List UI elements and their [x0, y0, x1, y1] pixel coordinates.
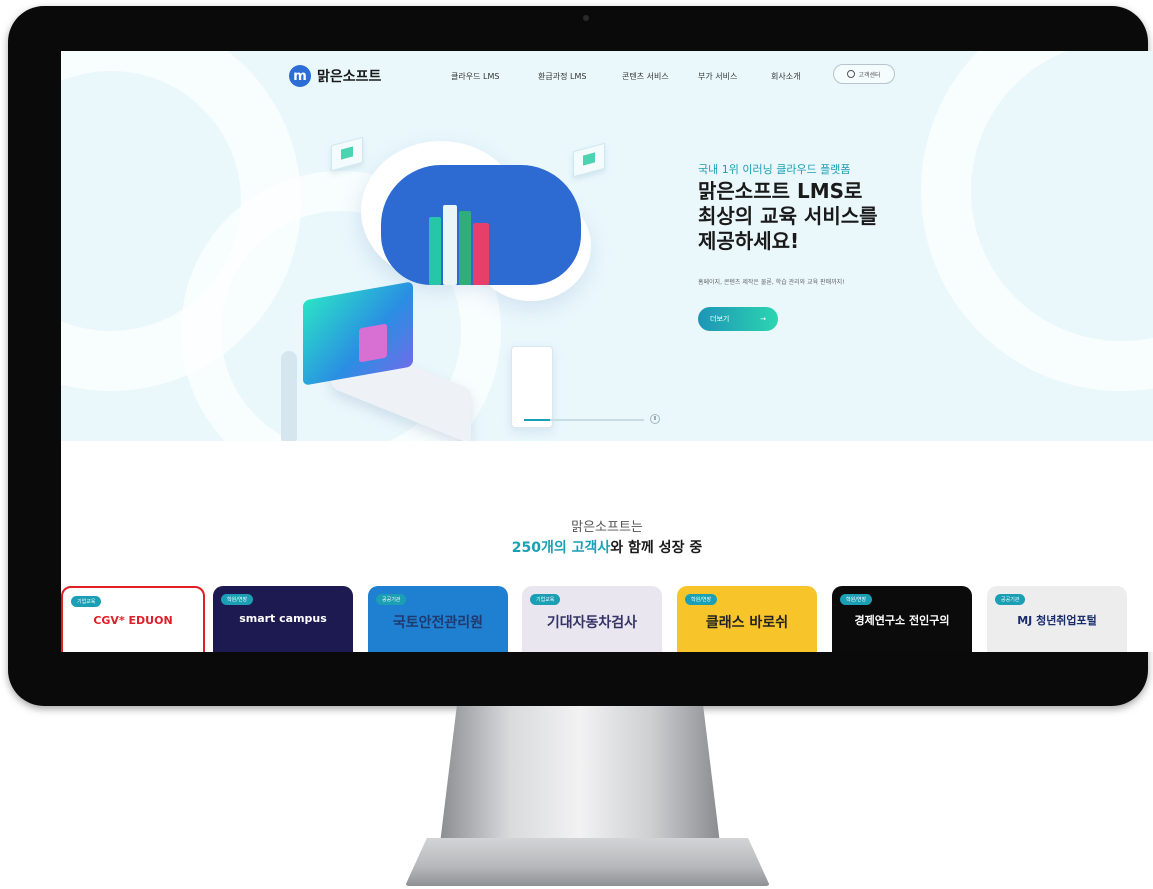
nav-addon-service[interactable]: 부가 서비스	[698, 71, 737, 82]
cloud-bookshelf	[381, 165, 581, 285]
arrow-right-icon: →	[760, 315, 766, 323]
nav-company[interactable]: 회사소개	[771, 71, 800, 82]
document-scroll	[511, 346, 553, 428]
client-category-badge: 학원/연장	[840, 594, 873, 605]
client-logo: 클래스 바로쉬	[705, 615, 789, 631]
profile-card	[359, 323, 387, 363]
clients-lead: 맑은소프트는	[571, 520, 643, 535]
client-category-badge: 학원/연장	[221, 594, 254, 605]
slide-progress	[524, 419, 644, 421]
client-card[interactable]: 공공기관 MJ 청년취업포털	[987, 586, 1127, 652]
support-button[interactable]: 고객센터	[833, 64, 895, 84]
cube-icon	[573, 142, 605, 178]
client-category-badge: 기업교육	[71, 596, 102, 607]
logo[interactable]: m 맑은소프트	[289, 65, 381, 87]
person-figure	[281, 351, 297, 441]
client-card[interactable]: 기업교육 CGV* EDUON	[61, 586, 205, 652]
webcam	[583, 15, 589, 21]
more-label: 더보기	[710, 315, 730, 323]
clients-title-rest: 와 함께 성장 중	[610, 540, 703, 556]
book	[473, 223, 489, 285]
slide-progress-fill	[524, 419, 551, 421]
book	[443, 205, 457, 285]
hero-subtitle: 국내 1위 이러닝 클라우드 플랫폼	[698, 163, 851, 176]
hero-title-line: 맑은소프트 LMS로	[698, 179, 863, 203]
client-logo: 국토안전관리원	[392, 615, 484, 631]
nav-content-service[interactable]: 콘텐츠 서비스	[622, 71, 669, 82]
hero-title: 맑은소프트 LMS로 최상의 교육 서비스를 제공하세요!	[698, 179, 958, 254]
client-logo: CGV* EDUON	[93, 614, 173, 627]
client-logo: MJ 청년취업포털	[1017, 614, 1097, 627]
client-category-badge: 공공기관	[995, 594, 1026, 605]
screen: m 맑은소프트 클라우드 LMS 환급과정 LMS 콘텐츠 서비스 부가 서비스…	[61, 51, 1153, 652]
logo-text: 맑은소프트	[317, 69, 382, 85]
hero-description: 홈페이지, 콘텐츠 제작은 물론, 학습 관리와 교육 판매까지!	[698, 279, 845, 286]
support-label: 고객센터	[858, 71, 881, 79]
client-category-badge: 기업교육	[530, 594, 561, 605]
client-card[interactable]: 기업교육기대자동차검사	[522, 586, 662, 652]
hero-illustration	[211, 101, 631, 441]
book	[429, 217, 441, 285]
client-category-badge: 학원/연장	[685, 594, 718, 605]
clients-count: 250개의 고객사	[511, 540, 611, 556]
more-button[interactable]: 더보기 →	[698, 307, 778, 331]
client-card[interactable]: 학원/연장 smart campus	[213, 586, 353, 652]
clients-title: 250개의 고객사와 함께 성장 중	[61, 537, 1153, 557]
headset-icon	[847, 70, 856, 78]
client-category-badge: 공공기관	[376, 594, 407, 605]
logo-icon: m	[289, 65, 311, 87]
client-logo: 경제연구소 전인구의	[854, 614, 950, 627]
book	[459, 211, 471, 285]
hero-section: m 맑은소프트 클라우드 LMS 환급과정 LMS 콘텐츠 서비스 부가 서비스…	[61, 51, 1153, 441]
client-logo: smart campus	[239, 612, 327, 625]
hero-title-line: 제공하세요!	[698, 229, 800, 253]
nav-refund-lms[interactable]: 환급과정 LMS	[538, 71, 586, 82]
client-card[interactable]: 공공기관국토안전관리원	[368, 586, 508, 652]
client-card[interactable]: 학원/연장경제연구소 전인구의	[832, 586, 972, 652]
client-card[interactable]: 학원/연장클래스 바로쉬	[677, 586, 817, 652]
nav-cloud-lms[interactable]: 클라우드 LMS	[451, 71, 499, 82]
cube-icon	[331, 136, 363, 172]
client-logo: 기대자동차검사	[546, 615, 638, 631]
monitor-stand-base	[405, 838, 770, 886]
hero-title-line: 최상의 교육 서비스를	[698, 204, 878, 228]
pause-button[interactable]: II	[650, 414, 660, 424]
